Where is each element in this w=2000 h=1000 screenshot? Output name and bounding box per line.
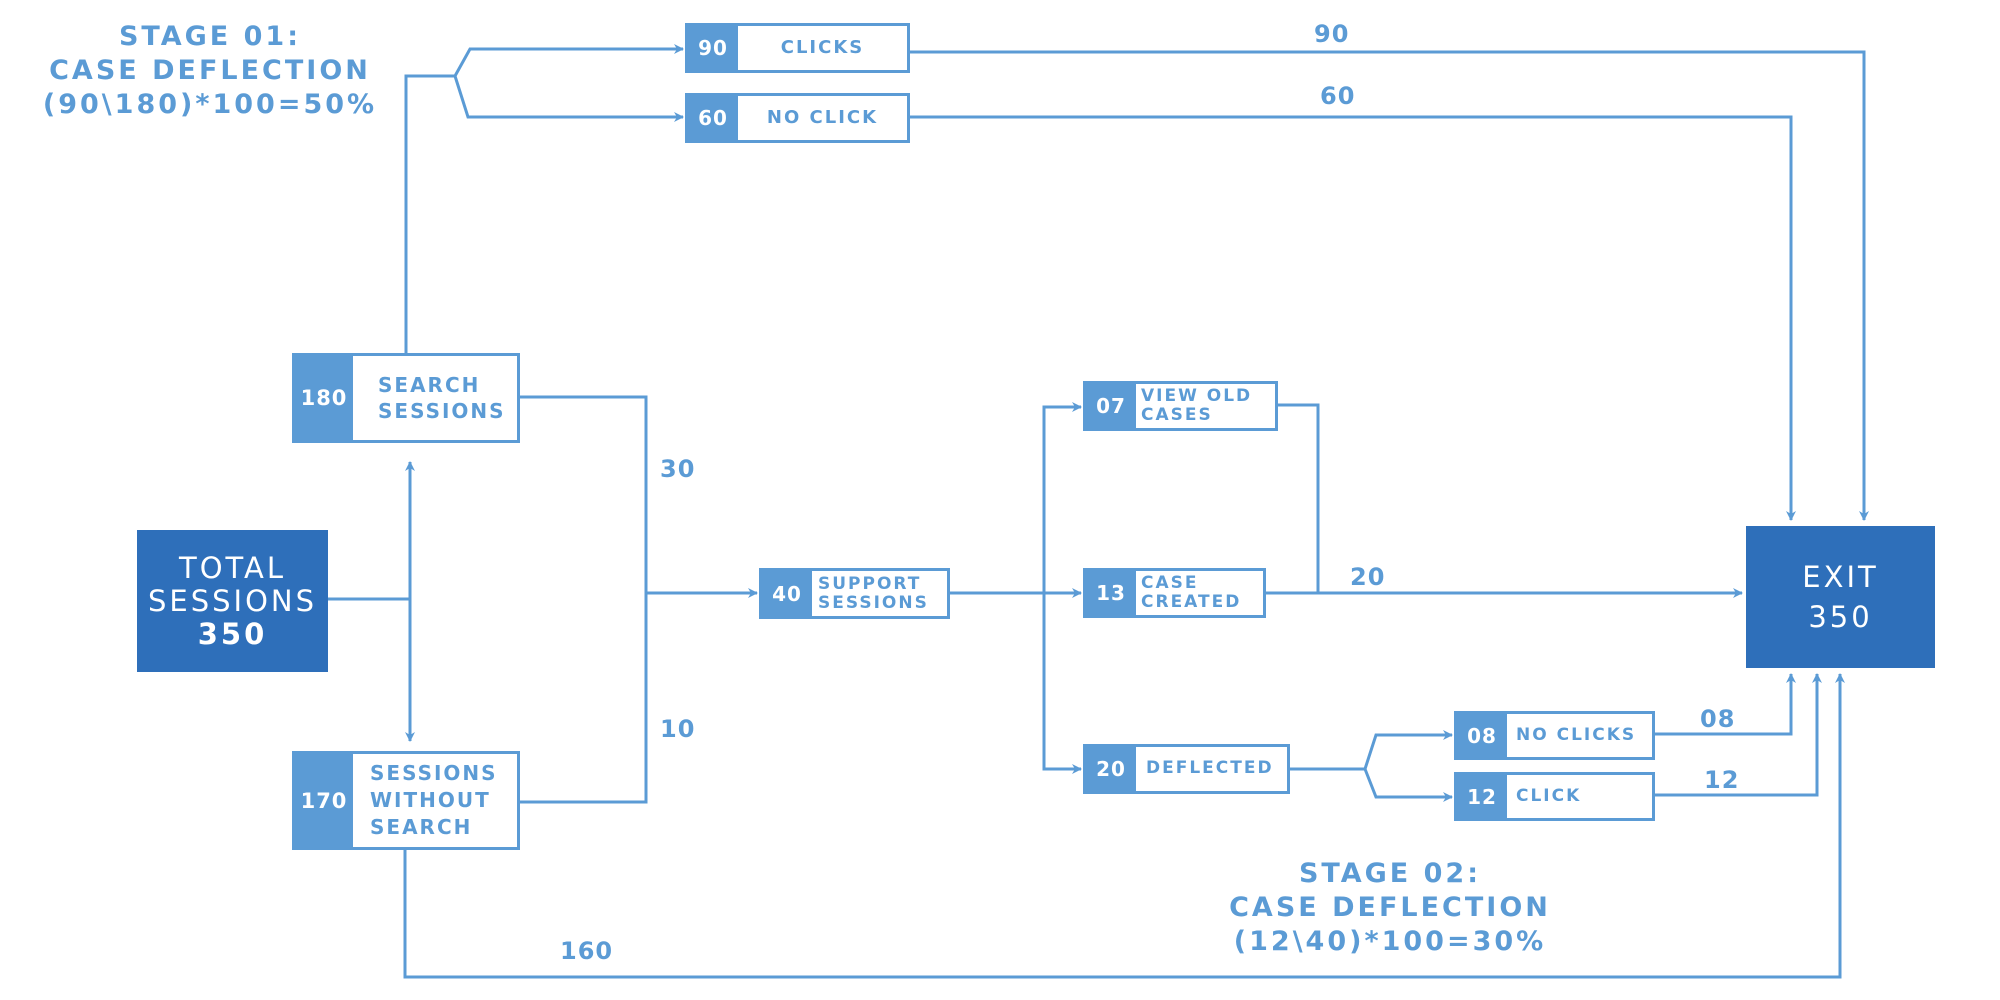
node-value: 90 <box>688 26 738 70</box>
total-line2: SESSIONS <box>147 583 318 618</box>
fork-to-click-arrow <box>1363 768 1453 802</box>
node-label: DEFLECTED <box>1146 758 1274 779</box>
search-to-support-line <box>520 395 648 804</box>
view-old-cases-node: 07 VIEW OLD CASES <box>1083 381 1278 431</box>
stage-02-subtitle: CASE DEFLECTION <box>1229 892 1551 923</box>
stage-02-annotation: STAGE 02: CASE DEFLECTION (12\40)*100=30… <box>1220 857 1560 959</box>
node-value: 13 <box>1086 571 1136 615</box>
search-sessions-node: 180 SEARCH SESSIONS <box>292 353 520 443</box>
sessions-without-search-node: 170 SESSIONS WITHOUT SEARCH <box>292 751 520 850</box>
no-click-node: 60 NO CLICK <box>685 93 910 143</box>
flow-label-without-search-exit: 160 <box>560 937 614 965</box>
node-value: 170 <box>295 754 353 847</box>
flow-label-noclick-exit: 60 <box>1320 82 1356 110</box>
total-sessions-node: TOTAL SESSIONS 350 <box>137 530 328 672</box>
view-old-join-line <box>1278 403 1320 593</box>
noclick-to-exit-arrow <box>910 115 1796 521</box>
flow-label-search-support: 30 <box>660 455 696 483</box>
node-label: NO CLICK <box>766 106 879 128</box>
stage-01-title: STAGE 01: <box>118 21 302 52</box>
node-value: 07 <box>1086 384 1136 428</box>
node-label: VIEW OLD CASES <box>1141 386 1253 425</box>
node-value: 20 <box>1086 747 1136 791</box>
stage-01-subtitle: CASE DEFLECTION <box>49 55 371 86</box>
fork-to-noclick-arrow <box>453 75 684 122</box>
deflected-node: 20 DEFLECTED <box>1083 744 1290 794</box>
connector-lines <box>328 44 1869 979</box>
search-to-fork-line <box>404 74 455 353</box>
node-label: NO CLICKS <box>1516 724 1637 745</box>
node-value: 180 <box>295 356 353 440</box>
exit-value: 350 <box>1808 600 1873 634</box>
flow-label-without-search-support: 10 <box>660 715 696 743</box>
stage-02-title: STAGE 02: <box>1298 858 1482 889</box>
clicks-to-exit-arrow <box>910 50 1869 521</box>
flow-label-click-exit: 12 <box>1704 766 1740 794</box>
flow-label-noclicks-exit: 08 <box>1700 705 1736 733</box>
total-value: 350 <box>197 616 268 651</box>
fork-to-clicks-arrow <box>453 44 684 77</box>
branch-to-deflected-arrow <box>1042 593 1082 774</box>
node-label: SEARCH SESSIONS <box>378 373 506 423</box>
node-label: CASE CREATED <box>1141 573 1242 612</box>
no-clicks-node: 08 NO CLICKS <box>1454 711 1655 760</box>
node-value: 40 <box>762 571 812 616</box>
node-value: 08 <box>1457 714 1507 757</box>
node-label: CLICKS <box>780 36 865 58</box>
stage-02-formula: (12\40)*100=30% <box>1233 926 1547 957</box>
total-line1: TOTAL <box>179 550 286 585</box>
node-label: SESSIONS WITHOUT SEARCH <box>370 761 498 839</box>
branch-to-view-old-arrow <box>1042 402 1082 593</box>
stage-01-formula: (90\180)*100=50% <box>42 89 378 120</box>
flow-label-cases-exit: 20 <box>1350 563 1386 591</box>
node-label: SUPPORT SESSIONS <box>818 573 929 613</box>
click-node: 12 CLICK <box>1454 772 1655 821</box>
flow-label-clicks-exit: 90 <box>1314 20 1350 48</box>
stage-01-annotation: STAGE 01: CASE DEFLECTION (90\180)*100=5… <box>40 20 380 122</box>
node-value: 60 <box>688 96 738 140</box>
case-created-node: 13 CASE CREATED <box>1083 568 1266 618</box>
fork-to-noclicks-arrow <box>1363 730 1453 770</box>
node-value: 12 <box>1457 775 1507 818</box>
node-label: CLICK <box>1516 785 1582 806</box>
exit-node: EXIT 350 <box>1746 526 1935 668</box>
exit-label: EXIT <box>1802 560 1879 594</box>
clicks-node: 90 CLICKS <box>685 23 910 73</box>
support-sessions-node: 40 SUPPORT SESSIONS <box>759 568 950 619</box>
